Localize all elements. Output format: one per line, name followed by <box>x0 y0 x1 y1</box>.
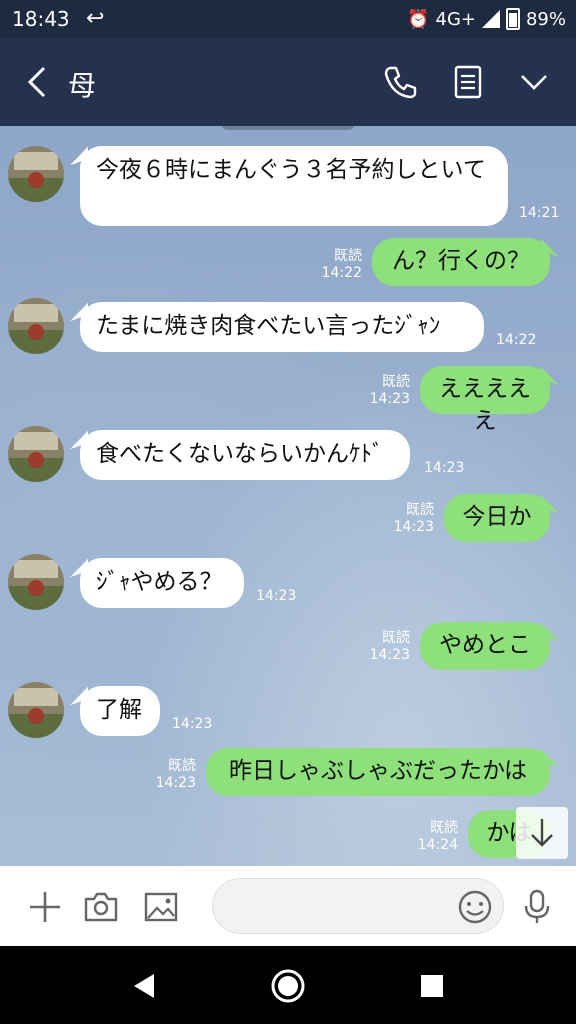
message-time: 14:23 <box>256 588 297 604</box>
alarm-icon: ⏰ <box>407 8 430 30</box>
avatar[interactable] <box>8 682 64 738</box>
read-label: 既読 <box>406 502 434 518</box>
message-time: 14:24 <box>417 837 458 853</box>
read-receipt: 既読 14:23 <box>146 758 196 792</box>
avatar[interactable] <box>8 146 64 202</box>
read-receipt: 既読 14:24 <box>408 820 458 854</box>
nav-back-icon[interactable] <box>124 966 164 1006</box>
incoming-message[interactable]: 今夜６時にまんぐう３名予約しといて <box>80 146 508 226</box>
message-time: 14:23 <box>155 775 196 791</box>
outgoing-message[interactable]: 昨日しゃぶしゃぶだったかは <box>206 748 550 796</box>
signal-icon <box>481 10 500 28</box>
status-bar: 18:43 ↩ ⏰ 4G+ 89% <box>0 0 576 38</box>
network-label: 4G+ <box>435 8 476 30</box>
camera-icon[interactable] <box>82 888 120 926</box>
incoming-message[interactable]: ｼﾞｬやめる？ <box>80 558 244 608</box>
chat-title: 母 <box>68 69 97 102</box>
plus-icon[interactable] <box>26 888 64 926</box>
outgoing-message[interactable]: やめとこ <box>420 622 550 670</box>
notes-icon[interactable] <box>448 62 488 102</box>
avatar[interactable] <box>8 426 64 482</box>
message-time: 14:23 <box>369 391 410 407</box>
chat-header: 母 <box>0 38 576 126</box>
incoming-message[interactable]: 食べたくないならいかんｹﾄﾞ <box>80 430 410 480</box>
message-time: 14:23 <box>369 647 410 663</box>
system-nav-bar <box>0 946 576 1024</box>
message-time: 14:23 <box>424 460 465 476</box>
outgoing-message[interactable]: えええええ <box>420 366 550 434</box>
read-receipt: 既読 14:23 <box>360 630 410 664</box>
input-bar <box>0 866 576 946</box>
pull-handle <box>222 126 354 130</box>
read-receipt: 既読 14:22 <box>312 248 362 282</box>
outgoing-message[interactable]: 今日か <box>444 494 550 542</box>
read-label: 既読 <box>382 630 410 646</box>
smiley-icon[interactable] <box>456 888 494 926</box>
read-label: 既読 <box>382 374 410 390</box>
message-time: 14:22 <box>321 265 362 281</box>
read-receipt: 既読 14:23 <box>360 374 410 408</box>
message-time: 14:23 <box>393 519 434 535</box>
message-time: 14:23 <box>172 716 213 732</box>
read-label: 既読 <box>430 820 458 836</box>
battery-level: 89% <box>525 8 566 30</box>
message-list[interactable]: 今夜６時にまんぐう３名予約しといて 14:21 既読 14:22 ん？行くの？ … <box>0 126 576 866</box>
chevron-down-icon[interactable] <box>514 62 554 102</box>
read-receipt: 既読 14:23 <box>384 502 434 536</box>
read-label: 既読 <box>168 758 196 774</box>
nav-home-icon[interactable] <box>268 966 308 1006</box>
status-indicators: ⏰ 4G+ 89% <box>407 8 566 30</box>
status-time: 18:43 <box>12 7 70 31</box>
avatar[interactable] <box>8 554 64 610</box>
avatar[interactable] <box>8 298 64 354</box>
image-icon[interactable] <box>142 888 180 926</box>
microphone-icon[interactable] <box>518 888 556 926</box>
chevron-left-icon[interactable] <box>20 60 60 104</box>
incoming-message[interactable]: たまに焼き肉食べたい言ったｼﾞｬﾝ <box>80 302 484 352</box>
incoming-message[interactable]: 了解 <box>80 686 160 736</box>
nav-recents-icon[interactable] <box>412 966 452 1006</box>
read-label: 既読 <box>334 248 362 264</box>
battery-icon <box>505 8 520 30</box>
phone-icon[interactable] <box>380 62 420 102</box>
message-time: 14:21 <box>519 205 560 221</box>
message-time: 14:22 <box>496 332 537 348</box>
arrow-down-icon[interactable] <box>516 807 568 859</box>
outgoing-message[interactable]: ん？行くの？ <box>372 238 550 286</box>
return-arrow-icon: ↩ <box>86 6 105 31</box>
